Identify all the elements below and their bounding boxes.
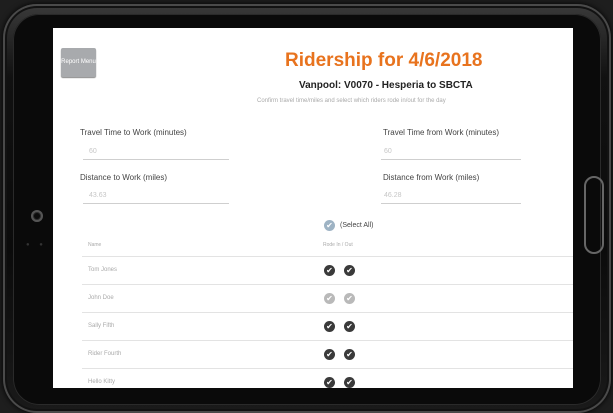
riders-table: Name Rode In / Out Tom Jones ✔ ✔ John Doe ✔ ✔…: [82, 236, 573, 388]
rode-out-checkbox[interactable]: ✔: [344, 293, 355, 304]
distance-from-work-label: Distance from Work (miles): [383, 173, 480, 182]
page-subtitle: Vanpool: V0070 - Hesperia to SBCTA: [299, 80, 473, 91]
checkmark-icon: ✔: [324, 220, 335, 231]
rider-name: John Doe: [88, 295, 114, 301]
rode-out-checkbox[interactable]: ✔: [344, 349, 355, 360]
select-all-checkbox[interactable]: ✔ (Select All): [324, 220, 373, 231]
rode-in-checkbox[interactable]: ✔: [324, 321, 335, 332]
rider-name: Rider Fourth: [88, 351, 122, 357]
table-row: John Doe ✔ ✔: [82, 285, 573, 313]
rode-out-checkbox[interactable]: ✔: [344, 265, 355, 276]
rode-out-checkbox[interactable]: ✔: [344, 377, 355, 388]
table-row: Sally Fifth ✔ ✔: [82, 313, 573, 341]
travel-time-to-work-label: Travel Time to Work (minutes): [80, 128, 187, 137]
instructions-text: Confirm travel time/miles and select whi…: [257, 98, 446, 104]
travel-time-from-work-underline: [381, 159, 521, 160]
travel-time-from-work-label: Travel Time from Work (minutes): [383, 128, 500, 137]
rode-in-checkbox[interactable]: ✔: [324, 293, 335, 304]
rider-name: Tom Jones: [88, 267, 118, 273]
table-row: Tom Jones ✔ ✔: [82, 257, 573, 285]
select-all-label: (Select All): [340, 222, 374, 229]
distance-to-work-label: Distance to Work (miles): [80, 173, 167, 182]
column-header-rode: Rode In / Out: [323, 242, 353, 248]
table-header: Name Rode In / Out: [82, 236, 573, 257]
distance-from-work-underline: [381, 203, 521, 204]
rider-name: Hello Kitty: [88, 379, 116, 385]
home-button[interactable]: [584, 176, 604, 254]
app-screen: Report Menu Ridership for 4/6/2018 Vanpo…: [53, 28, 573, 388]
distance-to-work-underline: [83, 203, 229, 204]
sensor-dots: ● ●: [26, 242, 47, 248]
column-header-name: Name: [88, 242, 102, 248]
table-row: Rider Fourth ✔ ✔: [82, 341, 573, 369]
travel-time-to-work-underline: [83, 159, 229, 160]
rode-in-checkbox[interactable]: ✔: [324, 377, 335, 388]
distance-from-work-input[interactable]: 46.28: [384, 192, 402, 199]
table-row: Hello Kitty ✔ ✔: [82, 369, 573, 388]
rode-out-checkbox[interactable]: ✔: [344, 321, 355, 332]
table-body: Tom Jones ✔ ✔ John Doe ✔ ✔ Sally Fifth ✔ ✔ Rider …: [82, 257, 573, 388]
rider-name: Sally Fifth: [88, 323, 115, 329]
report-menu-button[interactable]: Report Menu: [61, 48, 96, 77]
travel-time-from-work-input[interactable]: 60: [384, 148, 392, 155]
page-title: Ridership for 4/6/2018: [285, 50, 483, 71]
report-menu-label: Report Menu: [61, 59, 96, 65]
rode-in-checkbox[interactable]: ✔: [324, 349, 335, 360]
camera-icon: [31, 210, 43, 222]
distance-to-work-input[interactable]: 43.63: [89, 192, 107, 199]
travel-time-to-work-input[interactable]: 60: [89, 148, 97, 155]
rode-in-checkbox[interactable]: ✔: [324, 265, 335, 276]
